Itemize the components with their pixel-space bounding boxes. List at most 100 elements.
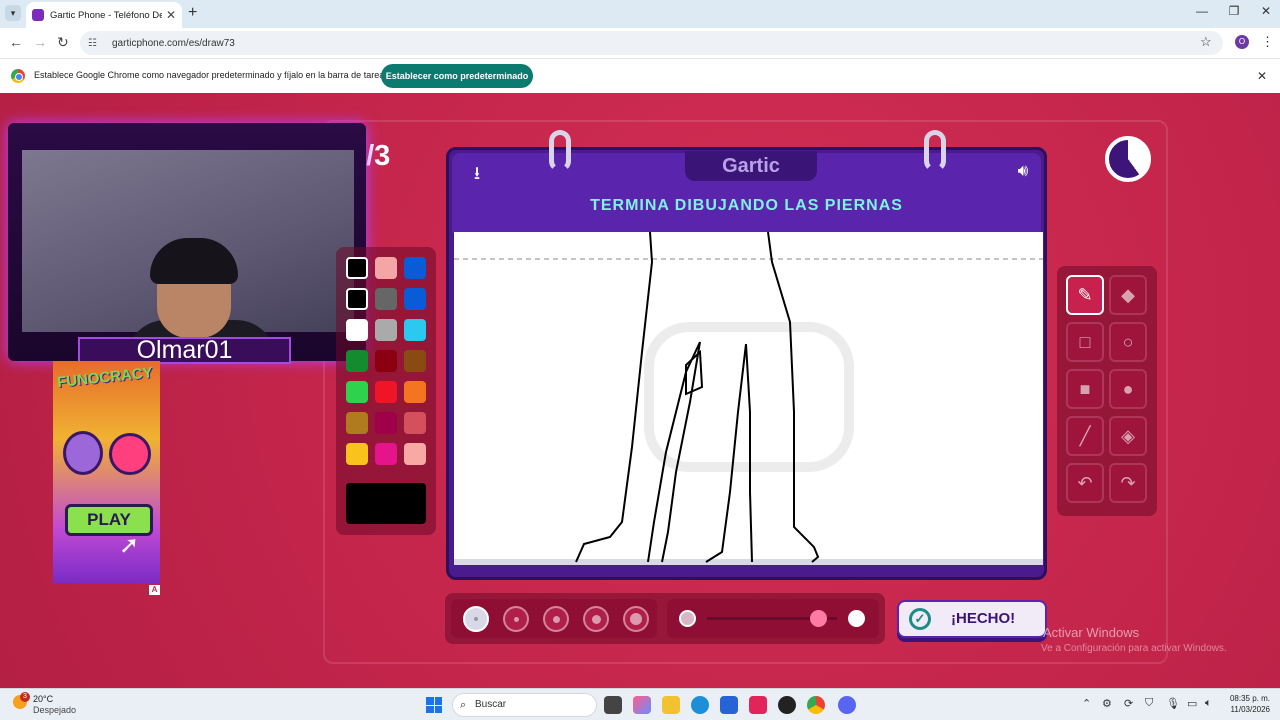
site-info-icon[interactable]: ☷ — [88, 38, 104, 49]
board-header: Gartic ⭳ 🔊︎ TERMINA DIBUJANDO LAS PIERNA… — [452, 151, 1041, 233]
ellipse-outline-tool[interactable]: ○ — [1109, 322, 1147, 362]
line-tool[interactable]: ╱ — [1066, 416, 1104, 456]
task-view-icon[interactable] — [604, 696, 622, 714]
tray-app-icon[interactable]: ⚙ — [1102, 697, 1112, 710]
opacity-slider[interactable] — [667, 599, 879, 638]
gartic-favicon-icon — [32, 9, 44, 21]
reload-icon[interactable]: ↻ — [57, 34, 69, 51]
advertisement[interactable]: FUNOCRACY PLAY ➚ — [53, 361, 160, 583]
color-swatch[interactable] — [375, 412, 397, 434]
fill-bucket-tool[interactable]: ◈ — [1109, 416, 1147, 456]
back-icon[interactable]: ← — [9, 34, 23, 50]
file-explorer-icon[interactable] — [662, 696, 680, 714]
chrome-logo-icon — [11, 69, 25, 83]
color-swatch[interactable] — [404, 288, 426, 310]
color-swatch[interactable] — [404, 443, 426, 465]
store-icon[interactable] — [720, 696, 738, 714]
color-swatch[interactable] — [375, 288, 397, 310]
color-swatch[interactable] — [375, 319, 397, 341]
brush-size-button[interactable] — [503, 606, 529, 632]
drawing-strokes — [454, 231, 1043, 563]
taskbar-search[interactable]: ⌕ Buscar — [452, 693, 597, 717]
game-page: 3/3 Olmar01 FUNOCRACY PLAY ➚ A Gartic ⭳ … — [0, 93, 1280, 688]
browser-tab[interactable]: Gartic Phone - Teléfono Descon ✕ — [26, 2, 182, 28]
address-bar[interactable]: ☷ garticphone.com/es/draw73 — [80, 31, 1223, 55]
browser-menu-icon[interactable]: ⋮ — [1261, 34, 1274, 50]
undo-tool[interactable]: ↶ — [1066, 463, 1104, 503]
brush-size-button[interactable] — [583, 606, 609, 632]
color-swatch[interactable] — [404, 350, 426, 372]
sound-icon[interactable]: 🔊︎ — [1011, 161, 1035, 185]
brush-size-button[interactable] — [543, 606, 569, 632]
color-swatch[interactable] — [375, 257, 397, 279]
obs-icon[interactable] — [778, 696, 796, 714]
default-browser-infobar: Establece Google Chrome como navegador p… — [0, 58, 1280, 93]
redo-tool[interactable]: ↷ — [1109, 463, 1147, 503]
weather-temperature[interactable]: 20°C — [33, 694, 53, 704]
tray-overflow-icon[interactable]: ⌃ — [1082, 697, 1091, 710]
window-close-button[interactable]: ✕ — [1256, 4, 1276, 18]
color-swatch[interactable] — [346, 288, 368, 310]
ad-play-button[interactable]: PLAY — [65, 504, 153, 536]
color-swatch[interactable] — [404, 319, 426, 341]
color-swatch[interactable] — [375, 443, 397, 465]
brush-size-button[interactable] — [463, 606, 489, 632]
bookmark-star-icon[interactable]: ☆ — [1200, 34, 1212, 50]
clock-date[interactable]: 11/03/2026 — [1226, 705, 1270, 714]
forward-icon[interactable]: → — [33, 34, 47, 50]
ad-choices-badge[interactable]: A — [149, 585, 160, 595]
streamer-hair — [150, 238, 238, 284]
color-swatch[interactable] — [375, 350, 397, 372]
new-tab-button[interactable]: + — [188, 4, 197, 22]
eraser-tool[interactable]: ◆ — [1109, 275, 1147, 315]
restore-button[interactable]: ❐ — [1224, 4, 1244, 18]
tab-search-button[interactable]: ▾ — [5, 5, 21, 21]
network-icon[interactable]: ▭ — [1187, 697, 1197, 710]
color-swatch[interactable] — [404, 412, 426, 434]
done-button[interactable]: ✓ ¡HECHO! — [897, 600, 1047, 638]
color-swatch[interactable] — [346, 319, 368, 341]
streamer-name-plate: Olmar01 — [78, 337, 291, 364]
opacity-low-icon — [679, 610, 696, 627]
check-icon: ✓ — [909, 608, 931, 630]
edge-icon[interactable] — [691, 696, 709, 714]
ellipse-fill-tool[interactable]: ● — [1109, 369, 1147, 409]
brush-size-button[interactable] — [623, 606, 649, 632]
tiktok-icon[interactable] — [749, 696, 767, 714]
drawing-canvas[interactable] — [454, 231, 1043, 565]
rectangle-outline-tool[interactable]: □ — [1066, 322, 1104, 362]
set-default-button[interactable]: Establecer como predeterminado — [381, 64, 533, 88]
color-swatch[interactable] — [375, 381, 397, 403]
start-icon[interactable] — [426, 697, 442, 713]
download-icon[interactable]: ⭳ — [465, 161, 489, 185]
brush-size-dot — [591, 614, 601, 624]
microphone-icon[interactable]: 🎙︎ — [1166, 697, 1180, 710]
webcam-frame — [8, 123, 366, 361]
clock-time[interactable]: 08:35 p. m. — [1226, 694, 1270, 703]
color-swatch[interactable] — [404, 381, 426, 403]
color-swatch[interactable] — [346, 381, 368, 403]
tab-close-icon[interactable]: ✕ — [166, 8, 176, 22]
binder-ring-left — [549, 130, 571, 172]
discord-icon[interactable] — [838, 696, 856, 714]
windows-taskbar: 3 20°C Despejado ⌕ Buscar ⌃ ⚙ ⟳ ⛉ 🎙︎ ▭ 🔈… — [0, 688, 1280, 720]
color-swatch[interactable] — [404, 257, 426, 279]
color-swatch[interactable] — [346, 350, 368, 372]
minimize-button[interactable]: — — [1192, 4, 1212, 18]
copilot-icon[interactable] — [633, 696, 651, 714]
color-swatch[interactable] — [346, 257, 368, 279]
rectangle-fill-tool[interactable]: ■ — [1066, 369, 1104, 409]
weather-condition[interactable]: Despejado — [33, 705, 76, 715]
color-swatch[interactable] — [346, 443, 368, 465]
drawing-instruction: TERMINA DIBUJANDO LAS PIERNAS — [590, 197, 903, 214]
volume-icon[interactable]: 🔈︎ — [1205, 697, 1212, 710]
tray-security-icon[interactable]: ⛉ — [1145, 697, 1153, 710]
chrome-taskbar-icon[interactable] — [807, 696, 825, 714]
pencil-tool[interactable]: ✎ — [1066, 275, 1104, 315]
tray-sync-icon[interactable]: ⟳ — [1124, 697, 1133, 710]
color-swatch[interactable] — [346, 412, 368, 434]
search-placeholder: Buscar — [475, 699, 507, 710]
opacity-thumb[interactable] — [809, 610, 827, 627]
infobar-close-icon[interactable]: ✕ — [1257, 69, 1267, 83]
profile-avatar[interactable]: O — [1235, 35, 1249, 49]
